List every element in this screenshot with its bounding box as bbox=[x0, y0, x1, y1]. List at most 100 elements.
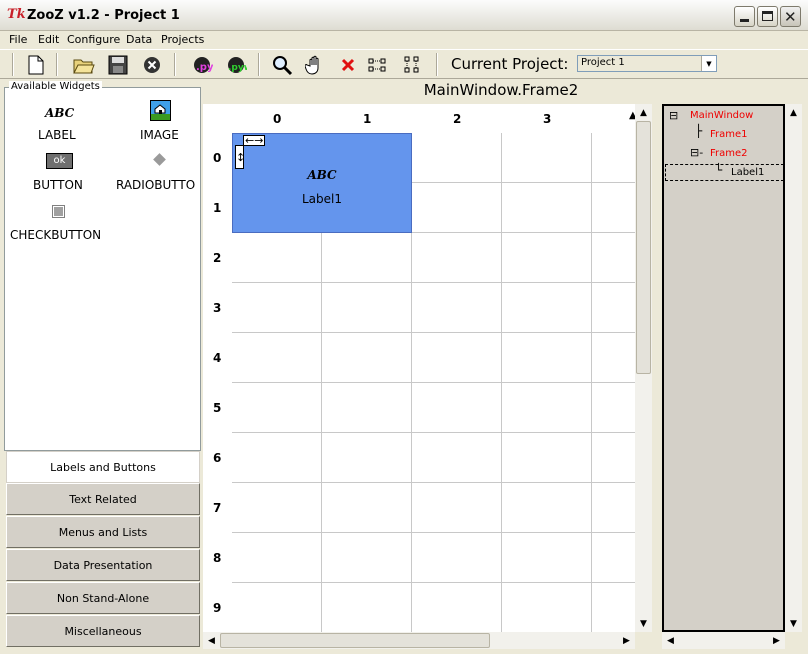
grid-cell[interactable] bbox=[592, 383, 635, 433]
layout-grid[interactable]: 0123 0123456789 ←→ ↕ ABC Label1 ▲ bbox=[203, 104, 635, 632]
scroll-right-icon[interactable]: ▶ bbox=[768, 632, 785, 649]
maximize-button[interactable] bbox=[757, 6, 778, 27]
scroll-left-icon[interactable]: ◀ bbox=[203, 632, 220, 649]
button-widget-name[interactable]: BUTTON bbox=[33, 178, 83, 192]
grid-cell[interactable] bbox=[502, 533, 592, 583]
tree-node-frame2[interactable]: Frame2 bbox=[710, 148, 748, 159]
grid-cell[interactable] bbox=[502, 133, 592, 183]
grid-cell[interactable] bbox=[412, 233, 502, 283]
scroll-down-icon[interactable]: ▼ bbox=[785, 615, 802, 632]
delete-button[interactable] bbox=[336, 53, 360, 77]
label-widget-name[interactable]: LABEL bbox=[38, 128, 76, 142]
tree-vertical-scrollbar[interactable]: ▲ ▼ bbox=[785, 104, 802, 632]
grid-cell[interactable] bbox=[592, 333, 635, 383]
save-project-button[interactable] bbox=[106, 53, 130, 77]
grid-cell[interactable] bbox=[232, 433, 322, 483]
grid-cell[interactable] bbox=[412, 433, 502, 483]
grid-cell[interactable] bbox=[412, 383, 502, 433]
grid-cell[interactable] bbox=[232, 233, 322, 283]
grid-cell[interactable] bbox=[412, 483, 502, 533]
grid-cell[interactable] bbox=[412, 133, 502, 183]
grid-cell[interactable] bbox=[592, 283, 635, 333]
grid-cell[interactable] bbox=[232, 483, 322, 533]
preview-button[interactable] bbox=[270, 53, 294, 77]
open-project-button[interactable] bbox=[72, 53, 96, 77]
grid-cell[interactable] bbox=[592, 133, 635, 183]
widget-tree[interactable]: ⊟ MainWindow ├ Frame1 ⊟- Frame2 └ Label1 bbox=[662, 104, 785, 632]
minimize-button[interactable] bbox=[734, 6, 755, 27]
grid-cell[interactable] bbox=[592, 533, 635, 583]
grid-cell[interactable] bbox=[412, 533, 502, 583]
tree-node-frame1[interactable]: Frame1 bbox=[710, 129, 748, 140]
grid-cell[interactable] bbox=[322, 433, 412, 483]
grid-cell[interactable] bbox=[322, 483, 412, 533]
scroll-down-icon[interactable]: ▼ bbox=[635, 615, 652, 632]
grid-cell[interactable] bbox=[232, 383, 322, 433]
grid-cell[interactable] bbox=[502, 583, 592, 632]
grid-cell[interactable] bbox=[592, 433, 635, 483]
grid-cell[interactable] bbox=[322, 333, 412, 383]
scroll-up-icon[interactable]: ▲ bbox=[785, 104, 802, 121]
grid-cell[interactable] bbox=[322, 383, 412, 433]
grid-cell[interactable] bbox=[412, 183, 502, 233]
grid-cell[interactable] bbox=[502, 333, 592, 383]
category-non-stand-alone[interactable]: Non Stand-Alone bbox=[6, 582, 200, 614]
tree-node-mainwindow[interactable]: MainWindow bbox=[690, 110, 753, 121]
category-labels-and-buttons[interactable]: Labels and Buttons bbox=[6, 451, 200, 483]
grid-cell[interactable] bbox=[592, 483, 635, 533]
grid-cell[interactable] bbox=[502, 233, 592, 283]
horizontal-resize-handle[interactable]: ←→ bbox=[243, 135, 266, 146]
menu-projects[interactable]: Projects bbox=[161, 33, 204, 46]
grid-cell[interactable] bbox=[412, 583, 502, 632]
label-widget-preview[interactable]: ABC bbox=[45, 106, 74, 120]
grid-cell[interactable] bbox=[592, 233, 635, 283]
grid-cell[interactable] bbox=[322, 533, 412, 583]
tree-expand-frame2-icon[interactable]: ⊟- bbox=[690, 146, 703, 159]
grid-cell[interactable] bbox=[232, 533, 322, 583]
grid-cell[interactable] bbox=[502, 183, 592, 233]
button-widget-preview[interactable]: ok bbox=[46, 153, 73, 169]
grid-cell[interactable] bbox=[592, 183, 635, 233]
category-menus-and-lists[interactable]: Menus and Lists bbox=[6, 516, 200, 548]
grid-cell[interactable] bbox=[322, 583, 412, 632]
menu-data[interactable]: Data bbox=[126, 33, 152, 46]
scroll-right-icon[interactable]: ▶ bbox=[618, 632, 635, 649]
checkbutton-box-icon[interactable] bbox=[52, 205, 65, 218]
radiobutton-diamond-icon[interactable] bbox=[153, 153, 166, 166]
grid-cell[interactable] bbox=[322, 233, 412, 283]
grid-cell[interactable] bbox=[502, 283, 592, 333]
menu-edit[interactable]: Edit bbox=[38, 33, 59, 46]
close-project-button[interactable] bbox=[140, 53, 164, 77]
image-widget-icon[interactable] bbox=[150, 100, 171, 121]
close-button[interactable]: ✕ bbox=[780, 6, 801, 27]
layout-vertical-button[interactable] bbox=[400, 53, 424, 77]
horizontal-scroll-thumb[interactable] bbox=[220, 633, 490, 648]
grid-cell[interactable] bbox=[502, 433, 592, 483]
grid-cell[interactable] bbox=[232, 583, 322, 632]
vertical-resize-handle[interactable]: ↕ bbox=[235, 145, 245, 169]
grid-cell[interactable] bbox=[232, 333, 322, 383]
layout-horizontal-button[interactable] bbox=[366, 53, 390, 77]
grid-cell[interactable] bbox=[502, 383, 592, 433]
grid-cell[interactable] bbox=[502, 483, 592, 533]
tree-node-label1[interactable]: Label1 bbox=[731, 167, 764, 178]
scroll-up-icon[interactable]: ▲ bbox=[635, 104, 652, 121]
new-project-button[interactable] bbox=[24, 53, 48, 77]
chevron-down-icon[interactable]: ▼ bbox=[701, 56, 716, 71]
category-data-presentation[interactable]: Data Presentation bbox=[6, 549, 200, 581]
tree-horizontal-scrollbar[interactable]: ◀ ▶ bbox=[662, 632, 785, 649]
grid-horizontal-scrollbar[interactable]: ◀ ▶ bbox=[203, 632, 635, 649]
checkbutton-widget-name[interactable]: CHECKBUTTON bbox=[10, 228, 101, 242]
menu-configure[interactable]: Configure bbox=[67, 33, 120, 46]
grid-cell[interactable] bbox=[322, 283, 412, 333]
vertical-scroll-thumb[interactable] bbox=[636, 121, 651, 374]
export-py-button[interactable]: .py bbox=[190, 53, 214, 77]
menu-file[interactable]: File bbox=[9, 33, 27, 46]
export-pyw-button[interactable]: .pyw bbox=[224, 53, 248, 77]
grid-cell[interactable] bbox=[412, 333, 502, 383]
category-miscellaneous[interactable]: Miscellaneous bbox=[6, 615, 200, 647]
selected-label-widget[interactable]: ←→ ↕ ABC Label1 bbox=[232, 133, 412, 233]
radiobutton-widget-name[interactable]: RADIOBUTTO bbox=[116, 178, 195, 192]
grid-cell[interactable] bbox=[412, 283, 502, 333]
scroll-left-icon[interactable]: ◀ bbox=[662, 632, 679, 649]
